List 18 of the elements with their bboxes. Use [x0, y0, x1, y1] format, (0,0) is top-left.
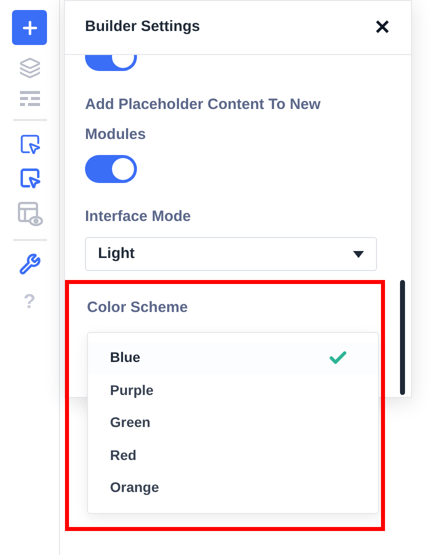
tools-icon[interactable]: [18, 253, 40, 275]
dropdown-option[interactable]: Green: [88, 406, 378, 439]
add-button[interactable]: [12, 10, 47, 45]
toggle-switch[interactable]: [85, 155, 137, 183]
close-button[interactable]: ✕: [374, 18, 391, 38]
scrollbar[interactable]: [400, 280, 405, 395]
dropdown-option[interactable]: Orange: [88, 472, 378, 504]
setting-label: Interface Mode: [85, 207, 192, 227]
select-pointer-icon[interactable]: [18, 133, 40, 155]
setting-label: Add Placeholder Content To New Modules: [85, 95, 322, 145]
setting-label: Color Scheme: [87, 298, 189, 318]
select-pointer-icon[interactable]: [18, 167, 40, 189]
dropdown-option[interactable]: Purple: [88, 374, 378, 406]
dropdown-option[interactable]: Red: [88, 439, 378, 472]
panel-title: Builder Settings: [85, 17, 200, 38]
dropdown-option[interactable]: Blue: [88, 342, 378, 374]
select-field[interactable]: Light: [85, 237, 377, 271]
caret-icon: [353, 250, 364, 258]
